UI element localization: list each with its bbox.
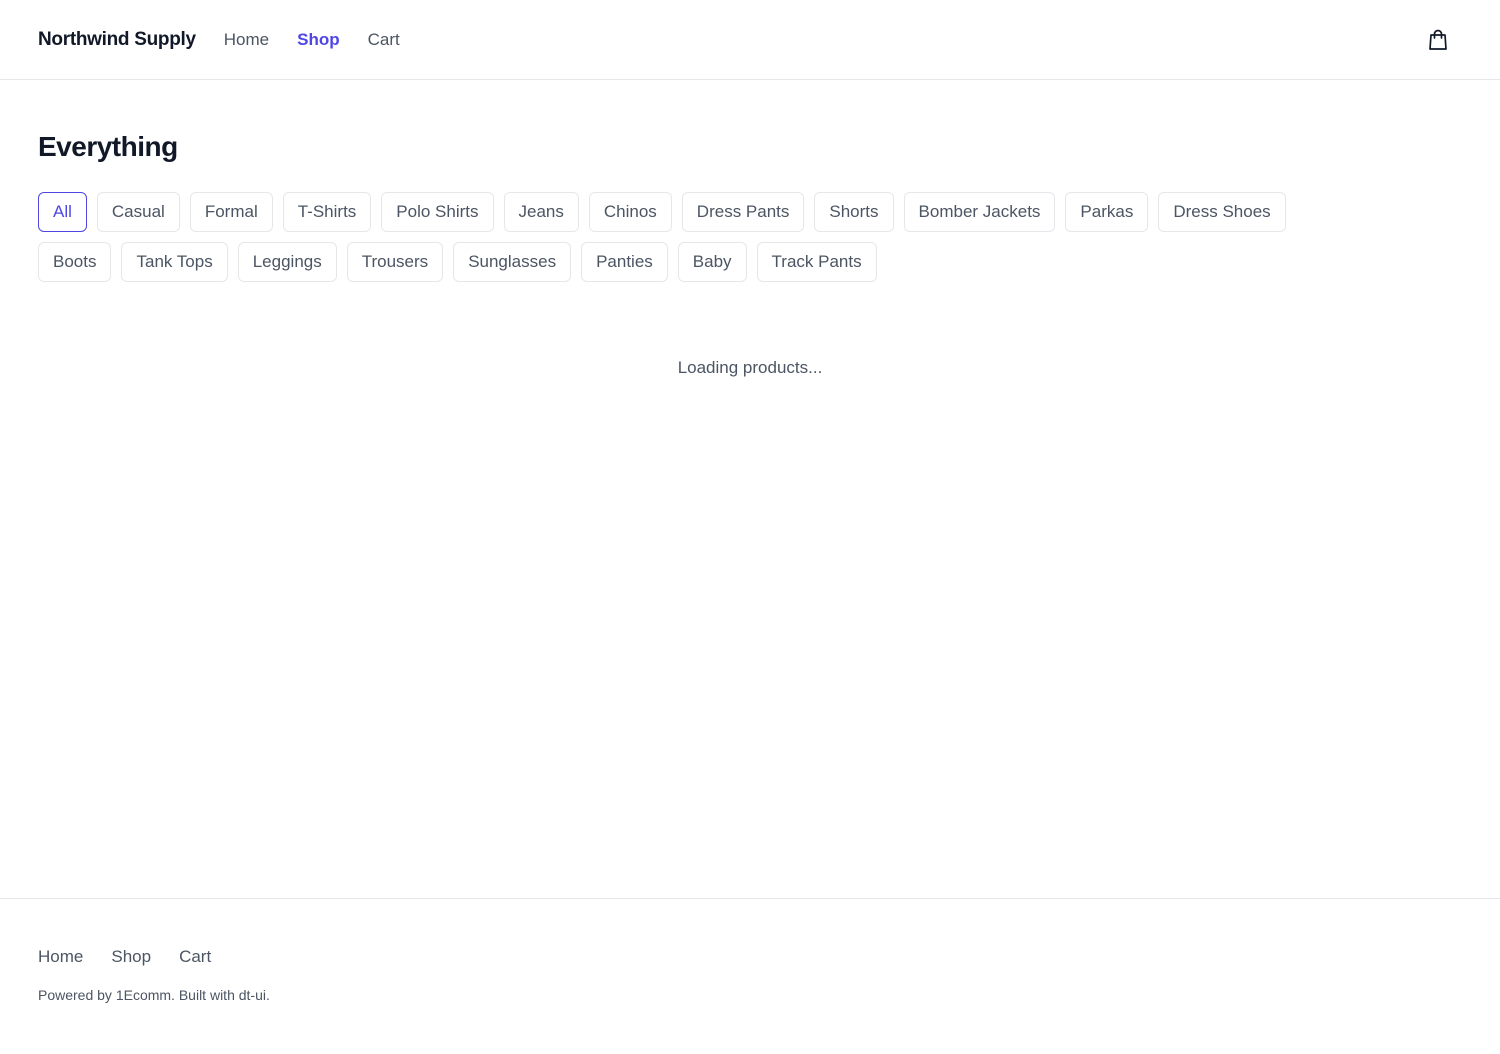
category-chip-jeans[interactable]: Jeans — [503, 192, 579, 232]
category-chip-parkas[interactable]: Parkas — [1065, 192, 1149, 232]
category-chip-t-shirts[interactable]: T-Shirts — [282, 192, 372, 232]
nav-home-link[interactable]: Home — [224, 30, 269, 50]
site-footer: Home Shop Cart Powered by 1Ecomm. Built … — [0, 898, 1500, 1054]
category-chip-track-pants[interactable]: Track Pants — [756, 242, 877, 282]
category-chip-chinos[interactable]: Chinos — [588, 192, 672, 232]
category-chip-boots[interactable]: Boots — [38, 242, 112, 282]
footer-credits: Powered by 1Ecomm. Built with dt-ui. — [38, 987, 270, 1003]
category-chip-leggings[interactable]: Leggings — [237, 242, 337, 282]
category-chip-panties[interactable]: Panties — [581, 242, 668, 282]
footer-cart-link[interactable]: Cart — [179, 947, 211, 967]
category-chip-bomber-jackets[interactable]: Bomber Jackets — [903, 192, 1056, 232]
category-chip-formal[interactable]: Formal — [189, 192, 273, 232]
category-chip-sunglasses[interactable]: Sunglasses — [453, 242, 572, 282]
shopping-bag-icon[interactable] — [1426, 28, 1450, 52]
category-chip-casual[interactable]: Casual — [96, 192, 180, 232]
page: Northwind Supply Home Shop Cart Everythi… — [0, 0, 1500, 1054]
category-chip-shorts[interactable]: Shorts — [814, 192, 894, 232]
category-chip-baby[interactable]: Baby — [677, 242, 747, 282]
main-content: Everything All Casual Formal T-Shirts Polo S… — [0, 80, 1500, 898]
nav-cart-link[interactable]: Cart — [368, 30, 400, 50]
page-title: Everything — [38, 131, 178, 162]
brand-logo[interactable]: Northwind Supply — [38, 29, 196, 51]
site-header: Northwind Supply Home Shop Cart — [0, 0, 1500, 80]
loading-message: Loading products... — [677, 358, 823, 377]
category-chip-dress-shoes[interactable]: Dress Shoes — [1158, 192, 1286, 232]
footer-shop-link[interactable]: Shop — [111, 947, 151, 967]
footer-nav: Home Shop Cart — [38, 947, 1462, 967]
nav-shop-link[interactable]: Shop — [297, 30, 340, 50]
category-chip-tank-tops[interactable]: Tank Tops — [121, 242, 228, 282]
category-chip-polo-shirts[interactable]: Polo Shirts — [381, 192, 494, 232]
footer-home-link[interactable]: Home — [38, 947, 83, 967]
category-chip-all[interactable]: All — [38, 192, 87, 232]
main-nav: Home Shop Cart — [224, 30, 400, 50]
category-chip-trousers[interactable]: Trousers — [346, 242, 444, 282]
category-filter-list: All Casual Formal T-Shirts Polo Shirts Jeans C… — [38, 192, 1368, 282]
category-chip-dress-pants[interactable]: Dress Pants — [681, 192, 805, 232]
